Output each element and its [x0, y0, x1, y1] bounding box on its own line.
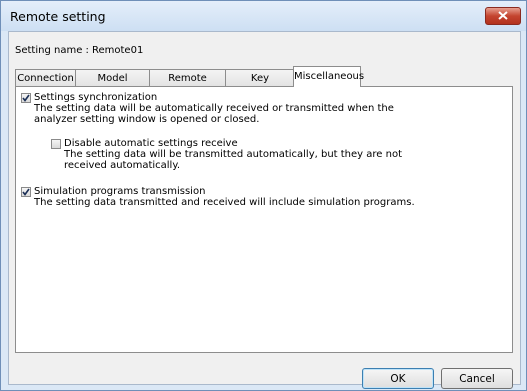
- dialog-window: Remote setting Setting name : Remote01 C…: [0, 0, 527, 391]
- disable-receive-checkbox[interactable]: [51, 139, 61, 149]
- disable-receive-desc-line2: received automatically.: [64, 160, 180, 171]
- disable-receive-desc-line1: The setting data will be transmitted aut…: [64, 149, 402, 160]
- tab-model-selection[interactable]: Model selection: [75, 69, 150, 101]
- tab-connection[interactable]: Connection: [15, 69, 76, 86]
- close-button[interactable]: [485, 7, 521, 25]
- settings-sync-desc-line2: analyzer setting window is opened or clo…: [34, 114, 260, 125]
- simulation-programs-label[interactable]: Simulation programs transmission: [34, 186, 205, 197]
- setting-name-label: Setting name :: [15, 45, 89, 56]
- close-icon: [498, 10, 508, 23]
- cancel-button[interactable]: Cancel: [441, 368, 513, 389]
- disable-receive-label[interactable]: Disable automatic settings receive: [64, 138, 238, 149]
- title-bar[interactable]: Remote setting: [1, 1, 526, 31]
- tab-miscellaneous[interactable]: Miscellaneous: [293, 66, 364, 87]
- tab-key-emulation[interactable]: Key emulation: [225, 69, 295, 101]
- miscellaneous-panel: Settings synchronization The setting dat…: [15, 86, 513, 353]
- ok-button[interactable]: OK: [362, 368, 434, 389]
- simulation-programs-checkbox[interactable]: [21, 187, 31, 197]
- dialog-body: Setting name : Remote01 Connection Model…: [8, 31, 521, 389]
- window-title: Remote setting: [10, 9, 106, 24]
- settings-sync-checkbox[interactable]: [21, 93, 31, 103]
- settings-sync-label[interactable]: Settings synchronization: [34, 92, 157, 103]
- simulation-programs-desc: The setting data transmitted and receive…: [34, 197, 415, 208]
- settings-sync-desc-line1: The setting data will be automatically r…: [34, 103, 394, 114]
- tab-remote-monitor[interactable]: Remote monitor: [149, 69, 226, 101]
- setting-name-value: Remote01: [92, 45, 144, 56]
